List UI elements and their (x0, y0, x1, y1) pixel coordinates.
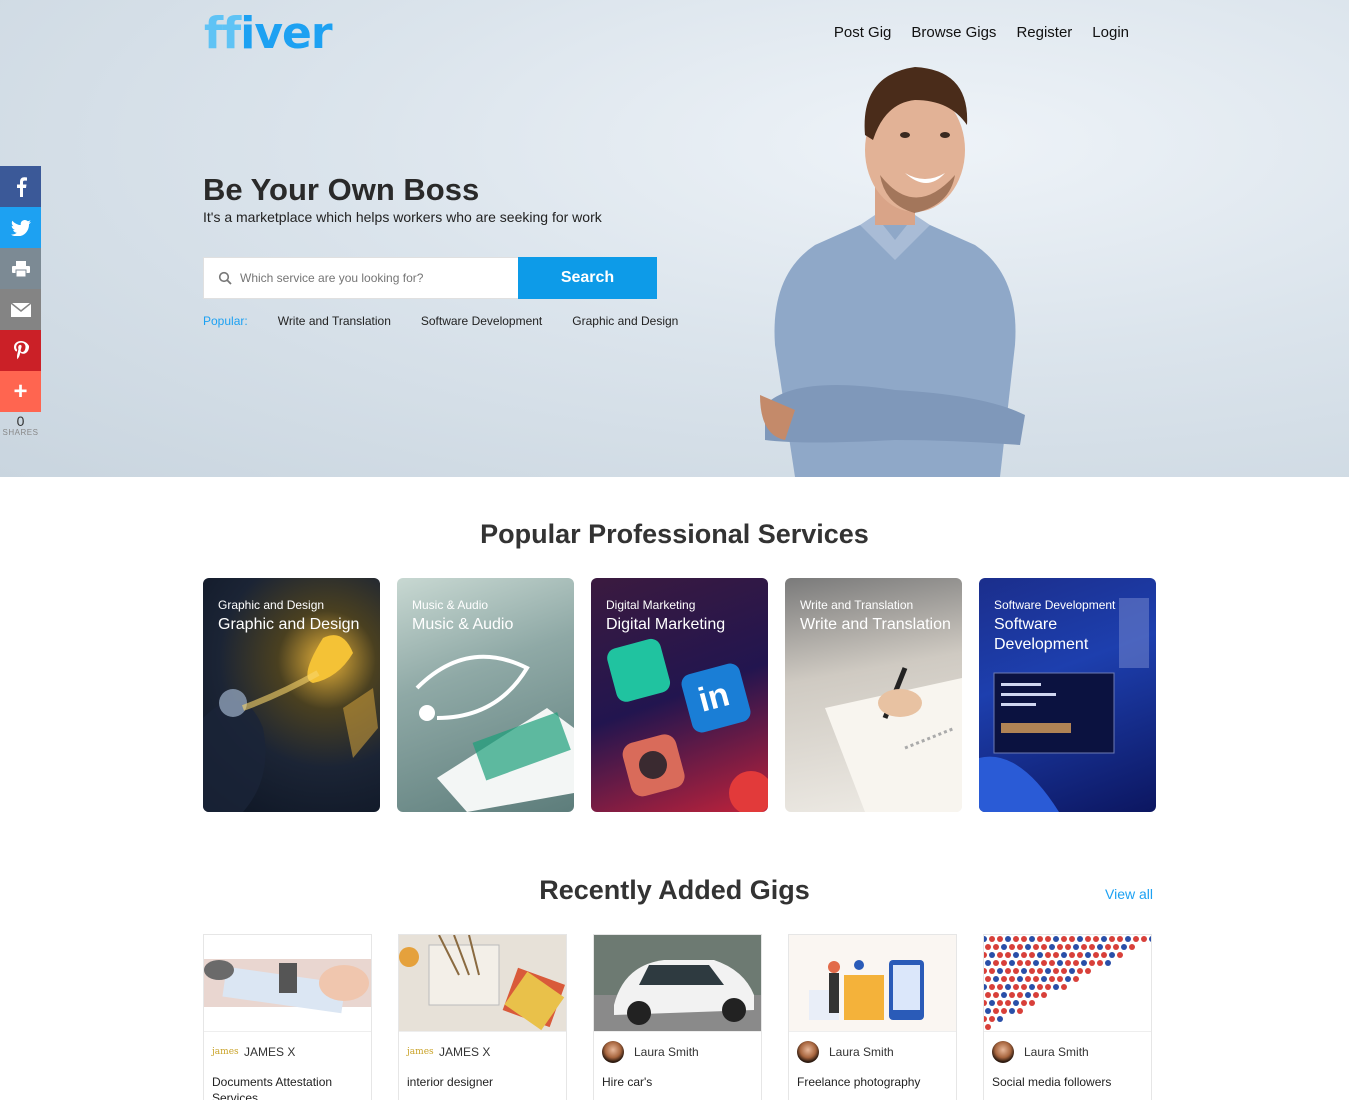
avatar: james (407, 1047, 434, 1057)
search-button[interactable]: Search (518, 257, 657, 299)
avatar (992, 1041, 1014, 1063)
services-title: Popular Professional Services (480, 519, 869, 549)
service-title: Write and Translation (800, 616, 951, 633)
search-box (203, 257, 519, 299)
view-all-link[interactable]: View all (1105, 886, 1153, 902)
add-icon[interactable]: + (0, 371, 41, 412)
author-name: JAMES X (244, 1045, 296, 1059)
service-category: Graphic and Design (218, 598, 325, 612)
avatar: james (212, 1047, 239, 1057)
gig-title: Freelance photography (797, 1075, 921, 1089)
search-icon (218, 271, 232, 285)
share-count: 0 (16, 413, 25, 429)
service-category: Write and Translation (800, 598, 914, 612)
popular-label: Popular: (203, 314, 248, 328)
logo[interactable]: ffiver (204, 8, 333, 59)
author-name: JAMES X (439, 1045, 491, 1059)
main-nav: Post Gig Browse Gigs Register Login (834, 24, 1129, 41)
hero-section: ffiver Post Gig Browse Gigs Register Log… (0, 0, 1349, 477)
service-category: Digital Marketing (606, 598, 696, 612)
gig-author: Laura Smith (789, 1032, 956, 1072)
print-icon[interactable] (0, 248, 41, 289)
hero-man-image (760, 67, 1025, 477)
service-title: Digital Marketing (606, 616, 726, 633)
nav-register[interactable]: Register (1016, 24, 1072, 41)
service-category: Software Development (994, 598, 1116, 612)
email-icon[interactable] (0, 289, 41, 330)
gig-author: Laura Smith (984, 1032, 1151, 1072)
nav-login[interactable]: Login (1092, 24, 1129, 41)
gig-image (399, 935, 566, 1032)
author-name: Laura Smith (634, 1045, 699, 1059)
gig-author: james JAMES X (204, 1032, 371, 1072)
author-name: Laura Smith (829, 1045, 894, 1059)
popular-tag[interactable]: Write and Translation (278, 314, 391, 328)
avatar (797, 1041, 819, 1063)
gig-title: Hire car's (602, 1075, 653, 1089)
hero-title: Be Your Own Boss (203, 172, 480, 207)
gig-author: james JAMES X (399, 1032, 566, 1072)
facebook-icon[interactable] (0, 166, 41, 207)
service-card[interactable]: Music & Audio Music & Audio (397, 578, 574, 812)
services-list: Graphic and Design Graphic and Design Mu… (203, 578, 1156, 812)
gig-image (204, 935, 371, 1032)
twitter-icon[interactable] (0, 207, 41, 248)
social-share-bar: + 0 SHARES (0, 166, 41, 437)
service-category: Music & Audio (412, 598, 489, 612)
gig-image (789, 935, 956, 1032)
search-input[interactable] (240, 271, 500, 285)
gigs-list: james JAMES X Documents Attestation Serv… (203, 934, 1152, 1100)
gig-card[interactable]: Laura Smith Social media followers (983, 934, 1152, 1100)
service-title: Software Development (994, 616, 1089, 653)
service-title: Graphic and Design (218, 616, 360, 633)
gig-card[interactable]: james JAMES X interior designer (398, 934, 567, 1100)
popular-tag[interactable]: Graphic and Design (572, 314, 678, 328)
nav-post-gig[interactable]: Post Gig (834, 24, 892, 41)
gig-image (594, 935, 761, 1032)
nav-browse-gigs[interactable]: Browse Gigs (911, 24, 996, 41)
gig-card[interactable]: Laura Smith Hire car's (593, 934, 762, 1100)
gig-title: interior designer (407, 1075, 494, 1089)
gig-card[interactable]: Laura Smith Freelance photography (788, 934, 957, 1100)
service-card[interactable]: Software Development Software Developmen… (979, 578, 1156, 812)
hero-subtitle: It's a marketplace which helps workers w… (203, 209, 602, 225)
gig-image (984, 935, 1151, 1032)
popular-tags: Popular: Write and Translation Software … (203, 314, 708, 328)
service-card[interactable]: Write and Translation Write and Translat… (785, 578, 962, 812)
service-card[interactable]: in Digital Marketing Digital Marketing (591, 578, 768, 812)
gig-card[interactable]: james JAMES X Documents Attestation Serv… (203, 934, 372, 1100)
gig-title: Documents Attestation Services (212, 1075, 333, 1100)
gig-author: Laura Smith (594, 1032, 761, 1072)
popular-tag[interactable]: Software Development (421, 314, 542, 328)
share-label: SHARES (2, 428, 39, 437)
service-title: Music & Audio (412, 616, 514, 633)
gig-title: Social media followers (992, 1075, 1112, 1089)
pinterest-icon[interactable] (0, 330, 41, 371)
author-name: Laura Smith (1024, 1045, 1089, 1059)
avatar (602, 1041, 624, 1063)
service-card[interactable]: Graphic and Design Graphic and Design (203, 578, 380, 812)
